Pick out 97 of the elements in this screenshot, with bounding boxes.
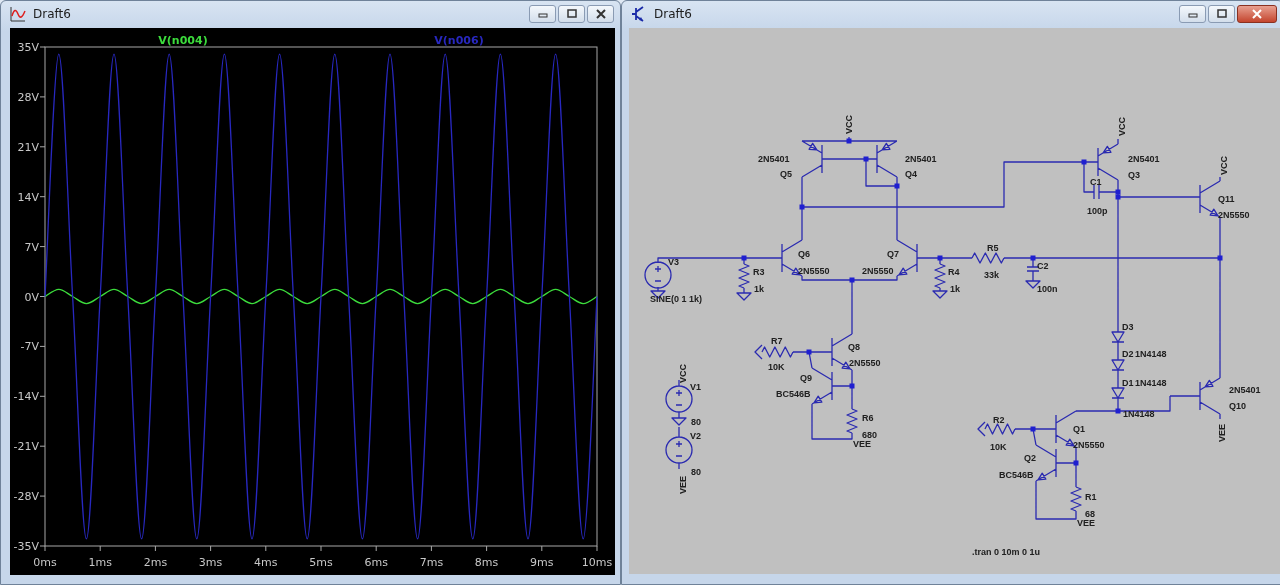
schematic-label: 2N5550 [862,266,894,276]
schematic-label: 80 [691,467,701,477]
close-icon [1251,9,1263,19]
x-tick-label: 4ms [254,556,278,569]
restore-icon [565,9,578,19]
close-button[interactable] [587,5,614,23]
y-tick-label: -28V [13,490,39,504]
x-tick-label: 2ms [143,556,168,569]
schematic-label: VEE [853,439,871,449]
schematic-label: R3 [753,267,765,277]
waveform-icon [9,5,27,23]
schematic-label: Q7 [887,249,899,259]
schematic-label: 100n [1037,284,1058,294]
schematic-label: VCC [844,115,854,134]
restore-button[interactable] [1208,5,1235,23]
schematic-label: 2N5401 [758,154,790,164]
schematic-label: D3 [1122,322,1134,332]
close-button[interactable] [1237,5,1277,23]
schematic-label: Q1 [1073,424,1085,434]
schematic-label: 2N5401 [1128,154,1160,164]
schematic-label: 33k [984,270,1000,280]
restore-icon [1215,9,1228,19]
y-tick-label: 21V [17,140,39,154]
y-tick-label: -7V [20,340,39,354]
minimize-button[interactable] [1179,5,1206,23]
schematic-label: SINE(0 1 1k) [650,294,703,304]
schematic-label: VCC [1117,117,1127,136]
schematic-label: 680 [862,430,878,440]
schematic-label: Q11 [1218,194,1235,204]
schematic-label: 68 [1085,509,1095,519]
schematic-label: 1k [754,284,764,294]
schematic-label: V2 [690,431,701,441]
schematic-label: R1 [1085,492,1097,502]
schematic-label: C1 [1090,177,1102,187]
x-tick-label: 6ms [364,556,388,569]
minimize-button[interactable] [529,5,556,23]
y-tick-label: -14V [13,390,39,404]
schematic-label: 10K [768,362,785,372]
schematic-label: 2N5550 [1073,440,1105,450]
trace-label[interactable]: V(n004) [158,34,208,47]
schematic-label: Q9 [800,373,812,383]
x-tick-label: 5ms [309,556,333,569]
schematic-label: Q10 [1229,401,1246,411]
x-tick-label: 3ms [198,556,223,569]
schematic-label: VEE [1077,518,1095,528]
window-title: Draft6 [654,7,693,21]
schematic-label: Q5 [780,169,792,179]
schematic-label: 2N5401 [1229,385,1261,395]
schematic-label: 1N4148 [1135,378,1167,388]
schematic-label: 2N5550 [1218,210,1250,220]
schematic-label: Q3 [1128,170,1140,180]
x-tick-label: 1ms [88,556,112,569]
schematic-label: VEE [678,476,688,494]
x-tick-label: 0ms [33,556,57,569]
schematic-label: 2N5550 [849,358,881,368]
schematic-label: Q4 [905,169,917,179]
schematic-label: R2 [993,415,1005,425]
x-tick-label: 9ms [530,556,554,569]
x-tick-label: 8ms [474,556,499,569]
y-tick-label: 0V [24,290,39,304]
schematic-label: Q8 [848,342,860,352]
schematic-label: C2 [1037,261,1049,271]
y-tick-label: -35V [13,540,39,553]
schematic-label: 1k [950,284,960,294]
y-tick-label: 14V [17,190,39,204]
schematic-label: BC546B [776,389,811,399]
schematic-label: R5 [987,243,999,253]
x-tick-label: 10ms [581,556,613,569]
schematic-label: 80 [691,417,701,427]
schematic-label: V3 [668,257,679,267]
schematic-label: 2N5401 [905,154,937,164]
schematic-label: .tran 0 10m 0 1u [972,547,1041,557]
restore-button[interactable] [558,5,585,23]
schematic-label: VCC [1219,156,1229,175]
schematic-label: D2 [1122,349,1134,359]
y-tick-label: 35V [17,41,39,54]
schematic-label: VEE [1217,424,1227,442]
schematic-label: 1N4148 [1135,349,1167,359]
schematic-label: Q6 [798,249,810,259]
schematic-label: VCC [678,364,688,383]
schematic-label: 10K [990,442,1007,452]
x-tick-label: 7ms [419,556,444,569]
schematic-label: R7 [771,336,783,346]
schematic-label: D1 [1122,378,1134,388]
schematic-label: R4 [948,267,960,277]
window-title: Draft6 [33,7,72,21]
schematic-label: 1N4148 [1123,409,1155,419]
schematic-label: 100p [1087,206,1108,216]
schematic-label: 2N5550 [798,266,830,276]
y-tick-label: 28V [17,90,39,104]
schematic-label: V1 [690,382,701,392]
schematic-label: BC546B [999,470,1034,480]
y-tick-label: 7V [24,240,39,254]
y-tick-label: -21V [13,440,39,454]
close-icon [594,9,607,19]
schematic-label: R6 [862,413,874,423]
schematic-label: Q2 [1024,453,1036,463]
